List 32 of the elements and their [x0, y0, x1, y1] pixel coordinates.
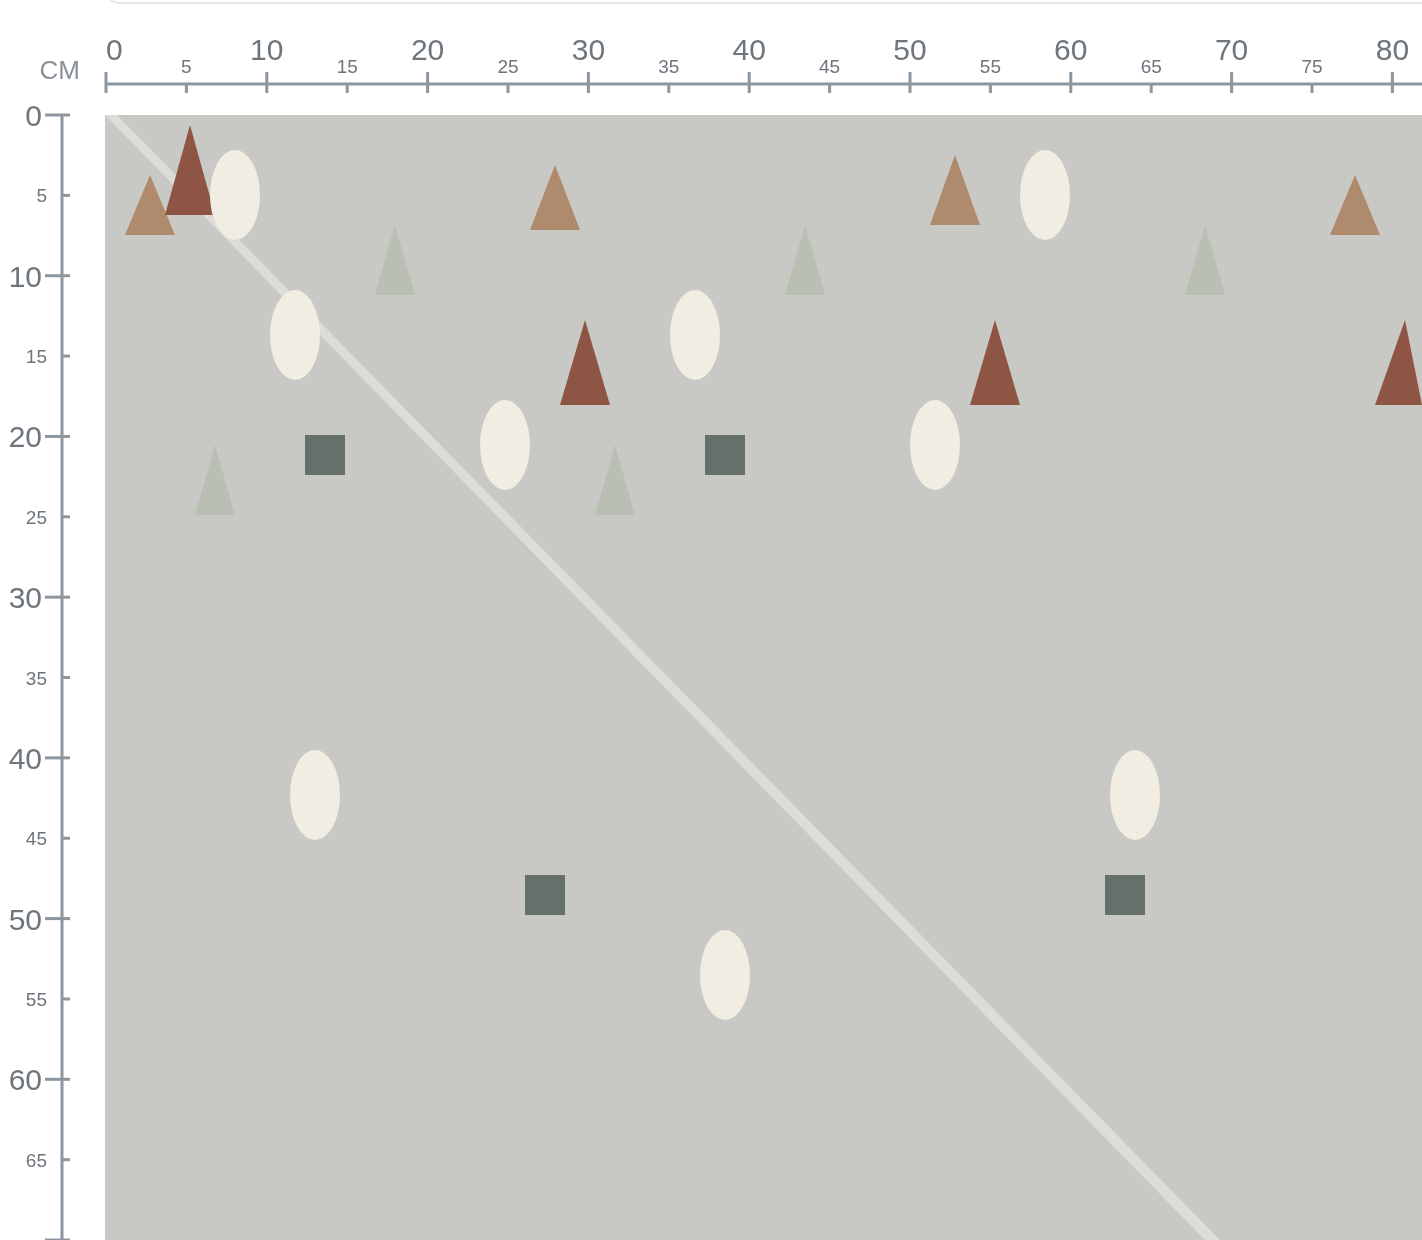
ruler-label: 5 — [181, 56, 192, 77]
ruler-label: 25 — [25, 506, 47, 528]
ruler-label: 25 — [497, 56, 519, 77]
ruler-label: 60 — [1054, 33, 1088, 66]
ruler-label: 50 — [893, 33, 927, 66]
ruler-label: 35 — [658, 56, 680, 77]
ruler-label: 70 — [1214, 33, 1249, 66]
ruler-label: 45 — [25, 828, 47, 850]
ruler-label: 55 — [979, 56, 1001, 77]
ruler-label: 30 — [8, 581, 42, 615]
ruler-label: 50 — [8, 902, 42, 936]
ruler-label: 10 — [250, 33, 284, 66]
unit-label: CM — [39, 55, 80, 85]
ruler-label: 35 — [25, 667, 47, 689]
ruler-label: 75 — [1301, 56, 1323, 77]
ruler-label: 45 — [819, 56, 841, 77]
ruler-label: 65 — [1140, 56, 1162, 77]
ruler-label: 15 — [25, 346, 47, 368]
ruler-label: 40 — [8, 741, 42, 775]
ruler-label: 40 — [732, 33, 766, 66]
ruler-label: 20 — [8, 420, 42, 454]
ruler-label: 80 — [1375, 33, 1410, 66]
ruler-label: 55 — [25, 988, 47, 1010]
ruler-label: 60 — [8, 1063, 42, 1097]
ruler-label: 10 — [8, 259, 42, 293]
ruler-label: 5 — [36, 185, 47, 207]
ruler-label: 0 — [106, 33, 123, 66]
ruler-label: 30 — [571, 33, 606, 66]
ruler-label: 15 — [336, 56, 358, 77]
ruler-label: 65 — [25, 1149, 47, 1171]
ruler-label: 20 — [410, 33, 445, 66]
ruler-label: 0 — [25, 99, 42, 132]
